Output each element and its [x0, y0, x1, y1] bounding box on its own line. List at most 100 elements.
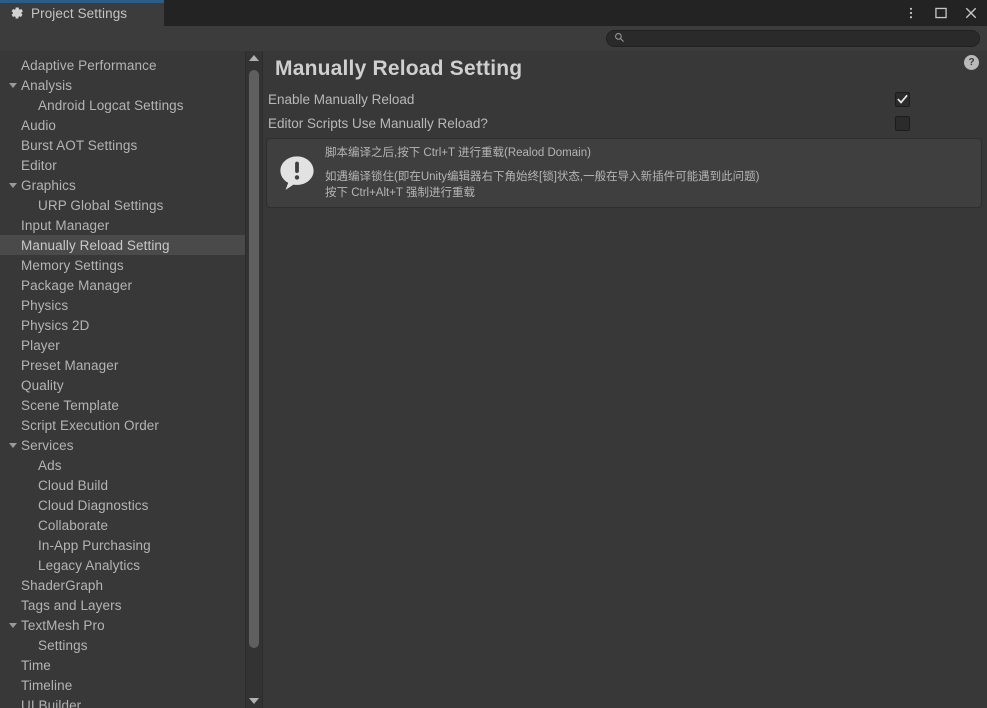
sidebar-item-script-execution-order[interactable]: Script Execution Order: [0, 415, 245, 435]
maximize-icon[interactable]: [933, 5, 949, 21]
sidebar-item-label: Preset Manager: [21, 357, 119, 373]
sidebar-item-android-logcat-settings[interactable]: Android Logcat Settings: [0, 95, 245, 115]
sidebar-item-burst-aot-settings[interactable]: Burst AOT Settings: [0, 135, 245, 155]
checkmark-icon: [897, 94, 908, 104]
sidebar-item-label: Package Manager: [21, 277, 133, 293]
info-exclamation-icon: [277, 153, 317, 193]
setting-label: Enable Manually Reload: [268, 91, 415, 107]
sidebar-item-label: Scene Template: [21, 397, 119, 413]
sidebar-item-label: Physics 2D: [21, 317, 90, 333]
sidebar-item-urp-global-settings[interactable]: URP Global Settings: [0, 195, 245, 215]
sidebar-item-editor[interactable]: Editor: [0, 155, 245, 175]
sidebar-item-timeline[interactable]: Timeline: [0, 675, 245, 695]
sidebar-item-quality[interactable]: Quality: [0, 375, 245, 395]
sidebar-item-preset-manager[interactable]: Preset Manager: [0, 355, 245, 375]
sidebar-item-legacy-analytics[interactable]: Legacy Analytics: [0, 555, 245, 575]
sidebar-scrollbar[interactable]: [245, 51, 262, 708]
help-icon[interactable]: ?: [964, 55, 979, 70]
sidebar-item-audio[interactable]: Audio: [0, 115, 245, 135]
tab-label: Project Settings: [31, 5, 128, 21]
sidebar-item-cloud-diagnostics[interactable]: Cloud Diagnostics: [0, 495, 245, 515]
sidebar-item-scene-template[interactable]: Scene Template: [0, 395, 245, 415]
sidebar-item-manually-reload-setting[interactable]: Manually Reload Setting: [0, 235, 245, 255]
editor-scripts-use-manually-reload-checkbox[interactable]: [895, 115, 910, 131]
page-title: Manually Reload Setting: [275, 57, 523, 80]
scrollbar-thumb[interactable]: [249, 70, 259, 648]
info-line-3: 按下 Ctrl+Alt+T 强制进行重载: [325, 187, 475, 199]
sidebar-item-label: Quality: [21, 377, 64, 393]
sidebar-item-label: Player: [21, 337, 60, 353]
sidebar-item-analysis[interactable]: Analysis: [0, 75, 245, 95]
sidebar-item-package-manager[interactable]: Package Manager: [0, 275, 245, 295]
sidebar-item-label: Input Manager: [21, 217, 110, 233]
enable-manually-reload-checkbox[interactable]: [895, 91, 910, 107]
sidebar-item-tags-and-layers[interactable]: Tags and Layers: [0, 595, 245, 615]
chevron-down-icon[interactable]: [8, 75, 19, 95]
sidebar-item-ui-builder[interactable]: UI Builder: [0, 695, 245, 708]
info-help-box: 脚本编译之后,按下 Ctrl+T 进行重载(Realod Domain) 如遇编…: [266, 138, 982, 208]
search-box[interactable]: [606, 30, 980, 47]
sidebar-item-time[interactable]: Time: [0, 655, 245, 675]
sidebar-item-collaborate[interactable]: Collaborate: [0, 515, 245, 535]
sidebar-item-label: Time: [21, 657, 51, 673]
sidebar-item-in-app-purchasing[interactable]: In-App Purchasing: [0, 535, 245, 555]
sidebar-item-settings[interactable]: Settings: [0, 635, 245, 655]
sidebar-item-physics-2d[interactable]: Physics 2D: [0, 315, 245, 335]
sidebar-item-label: ShaderGraph: [21, 577, 104, 593]
close-icon[interactable]: [963, 5, 979, 21]
sidebar-item-label: Tags and Layers: [21, 597, 122, 613]
chevron-down-icon[interactable]: [8, 435, 19, 455]
search-input[interactable]: [630, 33, 960, 44]
sidebar-item-shadergraph[interactable]: ShaderGraph: [0, 575, 245, 595]
sidebar-item-ads[interactable]: Ads: [0, 455, 245, 475]
sidebar-item-adaptive-performance[interactable]: Adaptive Performance: [0, 55, 245, 75]
search-icon: [614, 30, 625, 48]
sidebar-item-memory-settings[interactable]: Memory Settings: [0, 255, 245, 275]
sidebar-item-textmesh-pro[interactable]: TextMesh Pro: [0, 615, 245, 635]
tab-project-settings[interactable]: Project Settings: [0, 0, 164, 26]
more-options-icon[interactable]: [903, 5, 919, 21]
sidebar-item-physics[interactable]: Physics: [0, 295, 245, 315]
sidebar-item-graphics[interactable]: Graphics: [0, 175, 245, 195]
sidebar-item-label: Legacy Analytics: [38, 557, 141, 573]
chevron-down-icon[interactable]: [8, 615, 19, 635]
setting-label: Editor Scripts Use Manually Reload?: [268, 115, 488, 131]
setting-row-enable-manually-reload: Enable Manually Reload: [266, 88, 987, 110]
sidebar-item-label: Services: [21, 437, 74, 453]
arrow-up-icon[interactable]: [246, 51, 262, 65]
sidebar-item-cloud-build[interactable]: Cloud Build: [0, 475, 245, 495]
sidebar-item-services[interactable]: Services: [0, 435, 245, 455]
sidebar-item-label: Script Execution Order: [21, 417, 160, 433]
arrow-down-icon[interactable]: [246, 694, 262, 708]
sidebar-item-label: URP Global Settings: [38, 197, 164, 213]
chevron-down-icon[interactable]: [8, 175, 19, 195]
sidebar-item-label: Audio: [21, 117, 57, 133]
sidebar-item-player[interactable]: Player: [0, 335, 245, 355]
settings-sidebar[interactable]: Adaptive Performance Analysis Android Logc…: [0, 51, 245, 708]
window-controls: [903, 0, 979, 26]
sidebar-item-input-manager[interactable]: Input Manager: [0, 215, 245, 235]
sidebar-item-label: Physics: [21, 297, 69, 313]
sidebar-item-label: Ads: [38, 457, 62, 473]
sidebar-item-label: Editor: [21, 157, 57, 173]
sidebar-item-label: TextMesh Pro: [21, 617, 105, 633]
sidebar-item-label: Settings: [38, 637, 88, 653]
sidebar-item-label: Manually Reload Setting: [21, 237, 170, 253]
sidebar-item-label: Burst AOT Settings: [21, 137, 138, 153]
